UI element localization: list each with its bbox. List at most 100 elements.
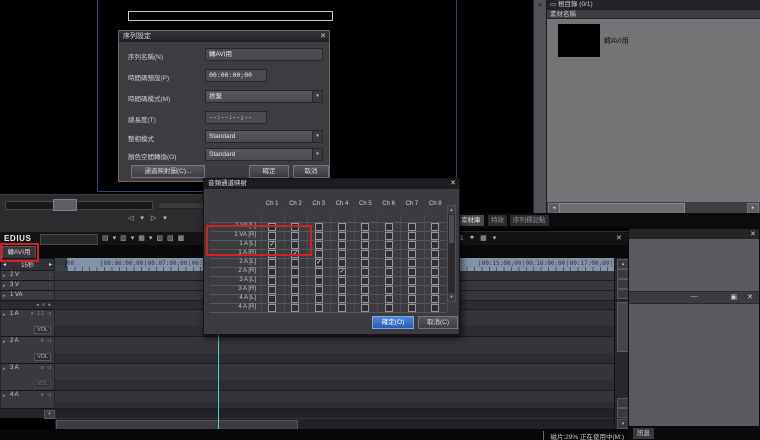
tab-message[interactable]: 訊息 <box>633 428 654 439</box>
cancel-button[interactable]: 取消 <box>293 165 329 178</box>
channel-checkbox[interactable] <box>384 240 393 249</box>
track-toggle-icons[interactable]: ◂ ≡ ▸ <box>36 302 52 308</box>
channel-checkbox[interactable] <box>268 258 277 267</box>
channel-checkbox[interactable] <box>291 258 300 267</box>
toolbar-icon-2[interactable]: ▥ <box>120 234 127 242</box>
channel-checkbox[interactable] <box>431 303 440 312</box>
expand-icon[interactable]: ▸ <box>3 293 6 299</box>
toolbar-right-icon-3[interactable]: ▾ <box>493 234 497 242</box>
channel-checkbox[interactable] <box>431 231 440 240</box>
track-toggle-icons[interactable]: ▫ <box>49 292 52 298</box>
channel-checkbox[interactable] <box>338 258 347 267</box>
track-lane-3a[interactable] <box>55 364 614 391</box>
transport-icon-1[interactable]: ▾ <box>140 214 144 222</box>
channel-checkbox[interactable] <box>361 249 370 258</box>
channel-checkbox[interactable] <box>407 303 416 312</box>
toolbar-right-icon-2[interactable]: ▦ <box>480 234 487 242</box>
detach-icon[interactable]: ▣ <box>730 293 737 301</box>
scale-right-arrow-icon[interactable]: ▸ <box>49 261 52 268</box>
channel-checkbox[interactable] <box>384 258 393 267</box>
channel-checkbox[interactable] <box>268 276 277 285</box>
channel-checkbox[interactable] <box>291 276 300 285</box>
tab-sequence-marker[interactable]: 序列標記點 <box>510 215 549 226</box>
track-toggle-icons[interactable]: ≡ ◁ <box>41 365 52 371</box>
track-header-1a[interactable]: ▸ 1 A ≡ 12 ◁ VOL <box>1 310 54 337</box>
toolbar-icon-1[interactable]: ▾ <box>113 234 117 242</box>
toolbar-icon-5[interactable]: ▾ <box>149 234 153 242</box>
channel-checkbox[interactable] <box>338 294 347 303</box>
bin-column-header[interactable]: 素材名稱 <box>547 10 760 19</box>
transport-icon-3[interactable]: ▾ <box>163 214 167 222</box>
toolbar-icon-8[interactable]: ▩ <box>178 234 185 242</box>
close-icon[interactable]: ✕ <box>616 234 622 242</box>
channel-checkbox[interactable] <box>384 222 393 231</box>
channel-checkbox[interactable] <box>314 294 323 303</box>
channel-checkbox[interactable] <box>384 303 393 312</box>
channel-checkbox[interactable] <box>314 276 323 285</box>
scroll-up-icon[interactable]: ▴ <box>448 206 455 214</box>
channel-checkbox[interactable] <box>407 294 416 303</box>
channel-checkbox[interactable] <box>431 240 440 249</box>
channel-checkbox[interactable] <box>407 222 416 231</box>
channel-checkbox[interactable] <box>431 222 440 231</box>
close-icon[interactable]: ✕ <box>747 293 753 301</box>
expand-icon[interactable]: ▸ <box>3 339 6 345</box>
track-toggle-icons[interactable]: ≡ ◁ <box>41 392 52 398</box>
track-lane-4a[interactable] <box>55 391 614 409</box>
channel-checkbox[interactable] <box>291 294 300 303</box>
channel-checkbox[interactable]: ✓ <box>338 267 347 276</box>
cancel-button[interactable]: 取消(C) <box>418 316 458 329</box>
toolbar-icon-6[interactable]: ▧ <box>156 234 163 242</box>
transport-icon-0[interactable]: ◁ <box>128 214 133 222</box>
channel-checkbox[interactable] <box>384 276 393 285</box>
channel-checkbox[interactable] <box>431 276 440 285</box>
channel-checkbox[interactable] <box>361 276 370 285</box>
ok-button[interactable]: 確定(O) <box>372 316 414 329</box>
channel-checkbox[interactable] <box>384 231 393 240</box>
track-toggle-icons[interactable]: ▫ <box>49 272 52 278</box>
track-toggle-icons[interactable]: ≡ 12 ◁ <box>31 311 52 317</box>
channel-checkbox[interactable] <box>384 267 393 276</box>
channel-checkbox[interactable] <box>407 231 416 240</box>
tab-effects[interactable]: 特效 <box>488 215 507 226</box>
dialog-titlebar[interactable]: 序列設定 <box>119 31 329 42</box>
channel-checkbox[interactable] <box>314 249 323 258</box>
shuttle-slider-thumb[interactable] <box>53 199 77 211</box>
bin-horizontal-scrollbar[interactable]: ◂ ▸ <box>547 202 760 214</box>
total-length-input[interactable]: --:--:--;-- <box>205 111 267 124</box>
ok-button[interactable]: 確定 <box>249 165 289 178</box>
channel-checkbox[interactable] <box>361 222 370 231</box>
close-icon[interactable]: ✕ <box>750 230 756 238</box>
channel-checkbox[interactable] <box>291 285 300 294</box>
channel-checkbox[interactable] <box>431 258 440 267</box>
channel-checkbox[interactable] <box>338 222 347 231</box>
timeline-toolbar-icons[interactable]: ⇅ ● ▦ ▾ <box>458 234 496 242</box>
channel-checkbox[interactable] <box>314 285 323 294</box>
channel-checkbox[interactable] <box>291 267 300 276</box>
scroll-thumb[interactable] <box>449 215 454 243</box>
channel-checkbox[interactable] <box>407 267 416 276</box>
channel-checkbox[interactable] <box>314 222 323 231</box>
channel-checkbox[interactable] <box>268 267 277 276</box>
close-icon[interactable]: ✕ <box>537 1 542 9</box>
expand-icon[interactable]: ▸ <box>3 312 6 318</box>
channel-checkbox[interactable] <box>291 303 300 312</box>
toolbar-icon-7[interactable]: ▨ <box>167 234 174 242</box>
channel-checkbox[interactable] <box>338 285 347 294</box>
channel-checkbox[interactable] <box>338 303 347 312</box>
channel-checkbox[interactable] <box>314 267 323 276</box>
channel-checkbox[interactable] <box>268 285 277 294</box>
channel-checkbox[interactable] <box>338 276 347 285</box>
color-space-select[interactable]: Standard ▾ <box>205 148 323 161</box>
tab-bin[interactable]: 素材庫 <box>458 215 484 226</box>
channel-checkbox[interactable] <box>384 249 393 258</box>
channel-checkbox[interactable] <box>361 240 370 249</box>
shuttle-slider-track[interactable] <box>5 201 153 210</box>
channel-checkbox[interactable] <box>268 294 277 303</box>
channel-checkbox[interactable] <box>431 249 440 258</box>
dialog-scrollbar[interactable]: ▴ ▾ <box>447 205 456 302</box>
channel-checkbox[interactable] <box>268 303 277 312</box>
add-track-button[interactable]: + <box>44 410 55 419</box>
channel-checkbox[interactable]: ✓ <box>314 258 323 267</box>
track-header-4a[interactable]: ▸ 4 A ≡ ◁ <box>1 391 54 409</box>
